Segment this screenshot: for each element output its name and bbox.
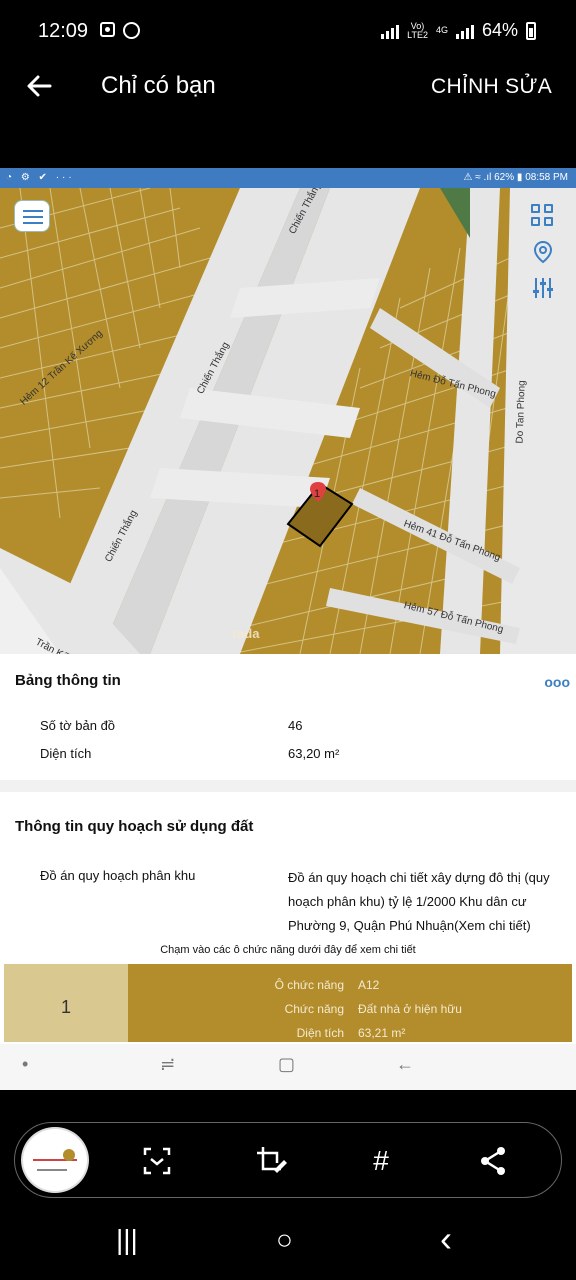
- battery-percent: 64%: [481, 20, 518, 40]
- status-bar: 12:09 Vo) LTE2 4G 64%: [0, 0, 576, 64]
- planning-title: Thông tin quy hoạch sử dụng đất: [15, 818, 254, 835]
- planning-card: Thông tin quy hoạch sử dụng đất Đồ án qu…: [0, 792, 576, 1090]
- area-label: Diện tích: [40, 746, 92, 761]
- signal-icon-2: [455, 23, 474, 39]
- home-button[interactable]: ○: [276, 1224, 293, 1256]
- filter-sliders-icon[interactable]: [531, 276, 555, 300]
- gallery-notification-icon: [100, 22, 115, 37]
- status-time: 12:09: [38, 20, 89, 42]
- home-icon: ▢: [278, 1054, 296, 1074]
- planning-value-link[interactable]: Đồ án quy hoạch chi tiết xây dựng đô thị…: [288, 866, 574, 938]
- inner-status-bar: ◔ ⚙ ✔ ··· ⚠ ≈ .ıl 62% ▮ 08:58 PM: [0, 168, 576, 188]
- map-sheet-value: 46: [288, 718, 303, 733]
- volte-label: Vo) LTE2: [407, 20, 428, 40]
- location-pin-icon[interactable]: [531, 240, 555, 264]
- messenger-icon: [123, 22, 140, 39]
- zone-label: Chức năng: [284, 1002, 344, 1016]
- app-bar: Chỉ có bạn CHỈNH SỬA: [0, 64, 576, 112]
- info-title: Bảng thông tin: [15, 672, 121, 689]
- network-type: 4G: [435, 25, 448, 35]
- zone-number: 1: [4, 964, 128, 1042]
- map-sheet-label: Số tờ bản đồ: [40, 718, 116, 733]
- zone-label: Ô chức năng: [274, 978, 344, 992]
- more-options-icon[interactable]: ooo: [544, 674, 570, 690]
- info-panel: Bảng thông tin ooo Số tờ bản đồ 46 Diện …: [0, 654, 576, 1090]
- battery-icon: [526, 21, 536, 40]
- menu-icon[interactable]: [14, 200, 50, 232]
- back-arrow-icon[interactable]: [22, 68, 58, 104]
- screenshot-thumbnail[interactable]: [21, 1127, 89, 1193]
- crop-edit-icon[interactable]: [253, 1143, 289, 1179]
- screenshot-toolbar: #: [14, 1122, 562, 1198]
- hashtag-icon[interactable]: #: [363, 1143, 399, 1179]
- area-value: 63,20 m²: [288, 746, 340, 761]
- dot-icon: •: [22, 1054, 29, 1074]
- zone-value: 63,21 m²: [358, 1026, 406, 1040]
- info-card: Bảng thông tin ooo Số tờ bản đồ 46 Diện …: [0, 654, 576, 780]
- recent-apps-button[interactable]: |||: [116, 1224, 138, 1256]
- map-canvas: [0, 188, 576, 654]
- page-title: Chỉ có bạn: [101, 72, 216, 99]
- signal-icon: [381, 23, 400, 39]
- zone-value: A12: [358, 978, 380, 992]
- street-label: Do Tan Phong: [514, 380, 528, 444]
- map-view[interactable]: Chiến Thắng Chiến Thắng Chiến Thắng Hẻm …: [0, 188, 576, 654]
- zone-cell[interactable]: 1 Ô chức năng A12 Chức năng Đất nhà ở hi…: [4, 964, 572, 1042]
- planning-label: Đồ án quy hoạch phân khu: [40, 868, 196, 883]
- zone-label: Diện tích: [296, 1026, 344, 1040]
- system-nav-bar: ||| ○ ‹: [0, 1216, 576, 1280]
- screenshot-preview: ◔ ⚙ ✔ ··· ⚠ ≈ .ıl 62% ▮ 08:58 PM Chiến T…: [0, 168, 576, 1090]
- share-icon[interactable]: [475, 1143, 511, 1179]
- map-tools: [524, 200, 562, 308]
- back-button[interactable]: ‹: [440, 1218, 452, 1260]
- edit-button[interactable]: CHỈNH SỬA: [431, 75, 552, 99]
- back-icon: ←: [396, 1054, 414, 1074]
- planning-hint: Chạm vào các ô chức năng dưới đây để xem…: [160, 944, 416, 956]
- scan-icon[interactable]: [139, 1143, 175, 1179]
- layers-grid-icon[interactable]: [531, 204, 555, 228]
- zone-value: Đất nhà ở hiện hữu: [358, 1002, 462, 1016]
- inner-nav-bar: • ≓ ▢ ←: [0, 1044, 576, 1090]
- parcel-number: 1: [314, 488, 321, 500]
- recent-apps-icon: ≓: [160, 1054, 176, 1074]
- watermark-logo: rada: [232, 626, 260, 641]
